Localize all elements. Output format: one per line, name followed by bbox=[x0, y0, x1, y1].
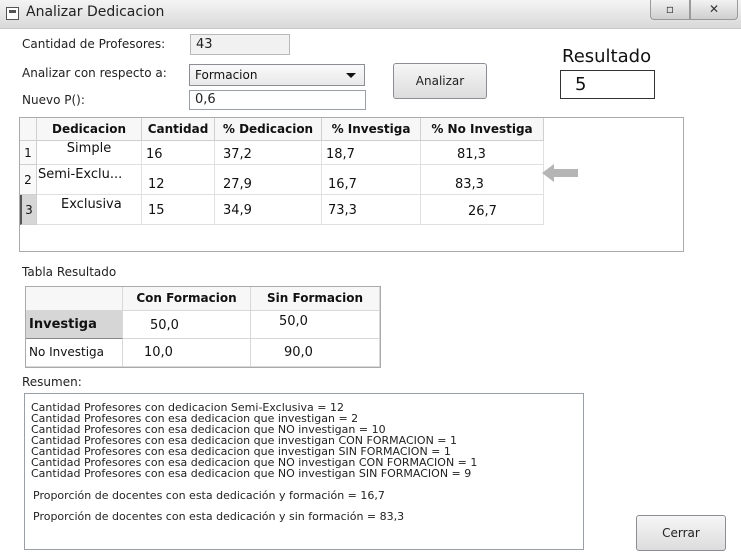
nuevo-p-label: Nuevo P(): bbox=[22, 93, 85, 107]
resumen-line: Proporción de docentes con esta dedicaci… bbox=[33, 489, 385, 502]
analizar-select-value: Formacion bbox=[195, 68, 258, 82]
cell-pct-investiga[interactable]: 18,7 bbox=[322, 141, 421, 165]
cell-pct-investiga[interactable]: 73,3 bbox=[322, 195, 421, 225]
analizar-button[interactable]: Analizar bbox=[393, 63, 487, 99]
analizar-label: Analizar con respecto a: bbox=[22, 66, 167, 80]
close-button[interactable]: ✕ bbox=[690, 0, 738, 20]
resumen-line: Cantidad Profesores con esa dedicacion q… bbox=[31, 467, 472, 480]
column-header-con-formacion[interactable]: Con Formacion bbox=[123, 287, 251, 311]
cell-pct-dedicacion[interactable]: 37,2 bbox=[215, 141, 322, 165]
tabla-resultado-label: Tabla Resultado bbox=[22, 265, 117, 279]
analizar-select[interactable]: Formacion bbox=[189, 64, 365, 86]
chevron-down-icon bbox=[346, 73, 356, 78]
cell-pct-dedicacion[interactable]: 27,9 bbox=[215, 165, 322, 195]
row-number-1[interactable]: 1 bbox=[20, 141, 37, 165]
row-header-investiga[interactable]: Investiga bbox=[26, 311, 123, 339]
column-header-pct-no-investiga[interactable]: % No Investiga bbox=[421, 118, 544, 141]
table-corner bbox=[26, 287, 123, 311]
cell-dedicacion[interactable]: Semi-Exclu... bbox=[37, 165, 142, 195]
resumen-line: Proporción de docentes con esta dedicaci… bbox=[33, 510, 405, 523]
dedicacion-table[interactable]: Dedicacion Cantidad % Dedicacion % Inves… bbox=[19, 117, 684, 252]
column-header-pct-dedicacion[interactable]: % Dedicacion bbox=[215, 118, 322, 141]
title-bar: Analizar Dedicacion ▫ ✕ bbox=[0, 0, 741, 29]
cell-no-investiga-con[interactable]: 10,0 bbox=[123, 339, 251, 367]
cell-dedicacion[interactable]: Exclusiva bbox=[37, 195, 142, 225]
cell-cantidad[interactable]: 12 bbox=[142, 165, 215, 195]
cell-pct-no-investiga[interactable]: 26,7 bbox=[421, 195, 544, 225]
row-number-2[interactable]: 2 bbox=[20, 165, 37, 195]
nuevo-p-input[interactable]: 0,6 bbox=[189, 90, 366, 110]
cell-investiga-con[interactable]: 50,0 bbox=[123, 311, 251, 339]
cell-investiga-sin[interactable]: 50,0 bbox=[251, 311, 380, 339]
cell-no-investiga-sin[interactable]: 90,0 bbox=[251, 339, 380, 367]
table-corner bbox=[20, 118, 37, 141]
arrow-left-icon bbox=[542, 164, 578, 182]
resultado-title: Resultado bbox=[562, 46, 652, 67]
resultado-table[interactable]: Con Formacion Sin Formacion Investiga 50… bbox=[25, 286, 381, 368]
resumen-label: Resumen: bbox=[22, 375, 82, 389]
cantidad-field: 43 bbox=[190, 34, 290, 55]
column-header-cantidad[interactable]: Cantidad bbox=[142, 118, 215, 141]
cell-pct-dedicacion[interactable]: 34,9 bbox=[215, 195, 322, 225]
row-header-no-investiga[interactable]: No Investiga bbox=[26, 339, 123, 367]
cerrar-button[interactable]: Cerrar bbox=[636, 515, 726, 551]
app-icon bbox=[6, 7, 19, 20]
column-header-sin-formacion[interactable]: Sin Formacion bbox=[251, 287, 380, 311]
cell-cantidad[interactable]: 16 bbox=[142, 141, 215, 165]
column-header-pct-investiga[interactable]: % Investiga bbox=[322, 118, 421, 141]
resumen-textarea[interactable]: Cantidad Profesores con dedicacion Semi-… bbox=[24, 393, 584, 550]
cell-cantidad[interactable]: 15 bbox=[142, 195, 215, 225]
cell-dedicacion[interactable]: Simple bbox=[37, 141, 142, 165]
resultado-value: 5 bbox=[560, 70, 655, 99]
cell-pct-investiga[interactable]: 16,7 bbox=[322, 165, 421, 195]
cantidad-label: Cantidad de Profesores: bbox=[22, 37, 166, 51]
restore-button[interactable]: ▫ bbox=[650, 0, 690, 20]
window-title: Analizar Dedicacion bbox=[26, 4, 165, 20]
cell-pct-no-investiga[interactable]: 81,3 bbox=[421, 141, 544, 165]
cell-pct-no-investiga[interactable]: 83,3 bbox=[421, 165, 544, 195]
row-number-3[interactable]: 3 bbox=[20, 195, 37, 225]
column-header-dedicacion[interactable]: Dedicacion bbox=[37, 118, 142, 141]
